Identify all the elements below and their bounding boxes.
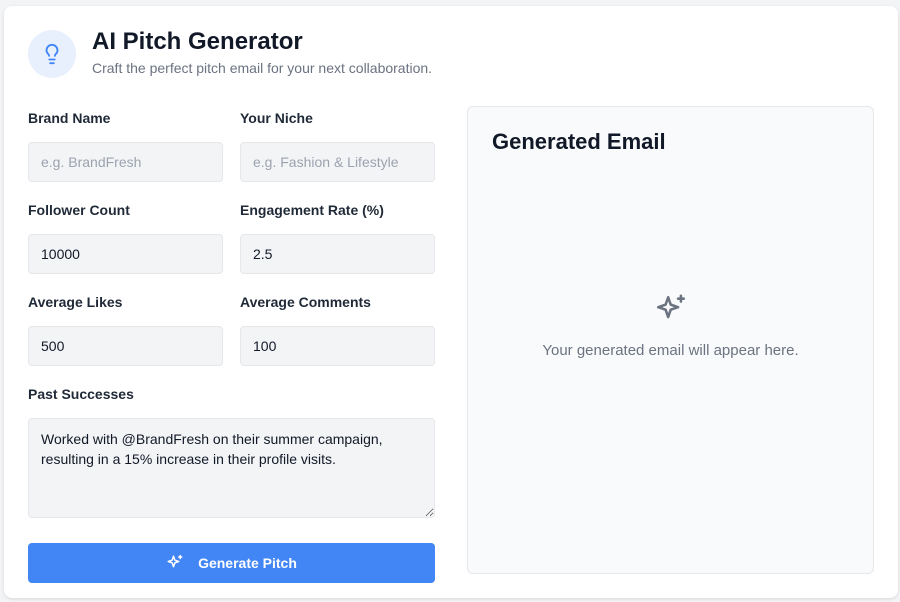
generated-email-panel: Generated Email Your generated email wil… [467,106,874,574]
follower-count-label: Follower Count [28,202,130,218]
sparkles-icon [656,294,685,319]
lightbulb-icon [28,30,76,78]
engagement-rate-label: Engagement Rate (%) [240,202,384,218]
average-likes-label: Average Likes [28,294,123,310]
generate-pitch-label: Generate Pitch [198,555,297,571]
average-likes-field: Average Likes [28,294,223,366]
page-subtitle: Craft the perfect pitch email for your n… [92,59,433,76]
sparkles-icon [167,554,183,568]
average-likes-input[interactable] [28,326,223,366]
generate-pitch-button[interactable]: Generate Pitch [28,543,435,583]
follower-count-field: Follower Count [28,202,223,274]
generated-email-title: Generated Email [492,129,666,154]
brand-name-field: Brand Name [28,110,223,182]
niche-field: Your Niche [240,110,435,182]
past-successes-textarea[interactable]: Worked with @BrandFresh on their summer … [28,418,435,518]
niche-input[interactable] [240,142,435,182]
engagement-rate-input[interactable] [240,234,435,274]
page-title: AI Pitch Generator [92,27,303,55]
average-comments-input[interactable] [240,326,435,366]
engagement-rate-field: Engagement Rate (%) [240,202,435,274]
niche-label: Your Niche [240,110,313,126]
header: AI Pitch Generator Craft the perfect pit… [28,27,433,78]
brand-name-label: Brand Name [28,110,111,126]
pitch-generator-card: AI Pitch Generator Craft the perfect pit… [4,6,898,598]
average-comments-label: Average Comments [240,294,371,310]
brand-name-input[interactable] [28,142,223,182]
past-successes-field: Past Successes Worked with @BrandFresh o… [28,386,435,523]
empty-state: Your generated email will appear here. [468,293,873,359]
average-comments-field: Average Comments [240,294,435,366]
pitch-form: Brand Name Your Niche Follower Count Eng… [28,110,435,583]
empty-state-text: Your generated email will appear here. [542,342,799,359]
follower-count-input[interactable] [28,234,223,274]
past-successes-label: Past Successes [28,386,134,402]
